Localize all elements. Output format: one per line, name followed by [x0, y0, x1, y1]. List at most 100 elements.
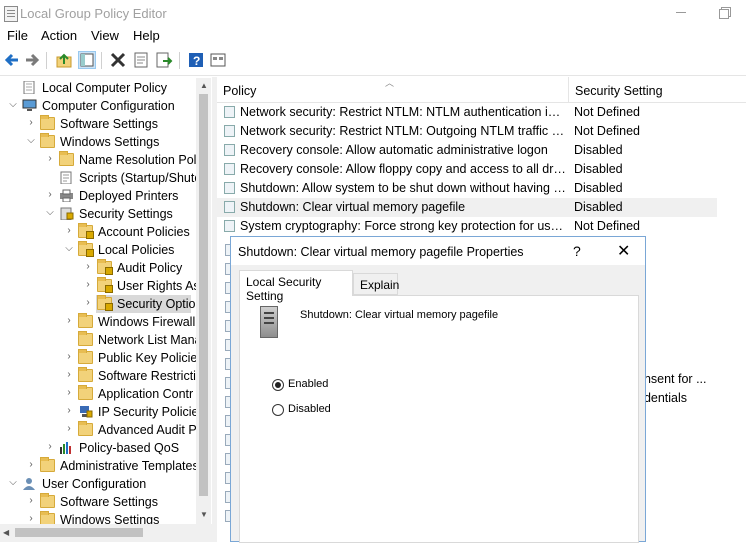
minimize-button[interactable] [673, 4, 689, 20]
policy-name: Recovery console: Allow automatic admini… [240, 143, 548, 157]
folder-icon [40, 493, 55, 508]
folder-lock-icon [97, 295, 113, 311]
policy-name: Network security: Restrict NTLM: NTLM au… [240, 105, 566, 119]
folder-icon [78, 331, 93, 346]
policy-setting-icon [224, 106, 235, 118]
folder-lock-icon [78, 223, 94, 239]
enabled-radio-label[interactable]: Enabled [288, 378, 328, 390]
chevron-right-icon[interactable]: › [45, 154, 55, 164]
chevron-right-icon[interactable]: › [64, 352, 74, 362]
view-icon[interactable] [209, 51, 227, 69]
disabled-radio-label[interactable]: Disabled [288, 403, 331, 415]
tree-item-label: Policy-based QoS [79, 441, 180, 455]
dialog-close-button[interactable]: ✕ [617, 241, 630, 261]
tree-item-label: User Configuration [42, 477, 147, 491]
up-folder-icon[interactable] [55, 51, 73, 69]
chevron-right-icon[interactable]: › [64, 424, 74, 434]
tree-item-label: Account Policies [98, 225, 190, 239]
policy-row[interactable]: Shutdown: Allow system to be shut down w… [217, 179, 717, 198]
enabled-radio[interactable] [272, 379, 284, 391]
chevron-down-icon[interactable]: ⌵ [64, 244, 74, 254]
column-header-security-setting[interactable]: Security Setting [569, 77, 746, 103]
policy-row[interactable]: System cryptography: Force strong key pr… [217, 217, 717, 236]
policy-properties-dialog: Shutdown: Clear virtual memory pagefile … [230, 236, 646, 543]
tree-item-label: Application Contr [98, 387, 194, 401]
policy-row[interactable]: Network security: Restrict NTLM: NTLM au… [217, 103, 717, 122]
tree-item-label: Local Policies [98, 243, 175, 257]
properties-icon[interactable] [132, 51, 150, 69]
menu-view[interactable]: View [91, 28, 119, 43]
chevron-right-icon[interactable]: › [83, 262, 93, 272]
tree-item-label: Network List Mana [98, 333, 202, 347]
policy-name: Network security: Restrict NTLM: Outgoin… [240, 124, 566, 138]
chevron-right-icon[interactable]: › [26, 460, 36, 470]
chevron-right-icon[interactable]: › [64, 370, 74, 380]
group-policy-app-icon [4, 6, 18, 22]
tab-label: Local Security Setting [246, 275, 322, 303]
tree-item-label: Deployed Printers [79, 189, 179, 203]
chevron-down-icon[interactable]: ⌵ [8, 100, 18, 110]
scroll-down-arrow-icon[interactable]: ▼ [200, 510, 208, 519]
menu-help[interactable]: Help [133, 28, 160, 43]
tree-vertical-scroll-thumb[interactable] [199, 94, 208, 496]
chevron-down-icon[interactable]: ⌵ [45, 208, 55, 218]
policy-name: System cryptography: Force strong key pr… [240, 219, 566, 233]
tab-local-security-setting[interactable]: Local Security Setting [239, 270, 353, 303]
dialog-title: Shutdown: Clear virtual memory pagefile … [238, 245, 524, 259]
folder-icon [40, 133, 55, 148]
export-list-icon[interactable] [155, 51, 173, 69]
policy-row[interactable]: Recovery console: Allow automatic admini… [217, 141, 717, 160]
policy-doc-icon [22, 80, 37, 95]
policy-row[interactable]: Recovery console: Allow floppy copy and … [217, 160, 717, 179]
tree-item-label: Security Optio [117, 297, 196, 311]
delete-icon[interactable] [109, 51, 127, 69]
toolbar-separator [46, 52, 47, 69]
chevron-right-icon[interactable]: › [83, 280, 93, 290]
chevron-right-icon[interactable]: › [64, 226, 74, 236]
help-icon[interactable]: ? [187, 51, 205, 69]
tab-explain[interactable]: Explain [353, 273, 400, 295]
security-setting-value: Not Defined [574, 105, 641, 119]
chevron-right-icon[interactable]: › [83, 298, 93, 308]
security-setting-value: Disabled [574, 200, 623, 214]
title-bar: Local Group Policy Editor [0, 0, 746, 26]
qos-chart-icon [59, 441, 74, 454]
forward-arrow-icon[interactable] [23, 51, 41, 69]
policy-row[interactable]: Shutdown: Clear virtual memory pagefile D… [217, 198, 717, 217]
chevron-right-icon[interactable]: › [26, 118, 36, 128]
policy-setting-icon [224, 201, 235, 213]
dialog-title-bar: Shutdown: Clear virtual memory pagefile … [231, 237, 645, 265]
restore-button[interactable] [717, 4, 733, 20]
chevron-right-icon[interactable]: › [64, 388, 74, 398]
chevron-right-icon[interactable]: › [64, 406, 74, 416]
menu-action[interactable]: Action [41, 28, 77, 43]
disabled-radio[interactable] [272, 404, 284, 416]
scroll-up-arrow-icon[interactable]: ▲ [200, 81, 208, 90]
tree-horizontal-scroll-thumb[interactable] [15, 528, 143, 537]
menu-file[interactable]: File [7, 28, 28, 43]
show-hide-tree-icon[interactable] [78, 51, 96, 69]
chevron-down-icon[interactable]: ⌵ [8, 478, 18, 488]
folder-icon [59, 151, 74, 166]
policy-setting-icon [224, 220, 235, 232]
security-setting-value: Not Defined [574, 124, 641, 138]
tab-label: Explain [360, 278, 400, 292]
local-security-setting-panel: Shutdown: Clear virtual memory pagefile … [239, 295, 639, 543]
tree-item[interactable]: › Security Optio [86, 295, 196, 313]
column-header-policy[interactable]: Policy ︿ [217, 77, 569, 103]
dialog-help-button[interactable]: ? [573, 243, 581, 259]
chevron-right-icon[interactable]: › [45, 442, 55, 452]
chevron-right-icon[interactable]: › [45, 190, 55, 200]
back-arrow-icon[interactable] [3, 51, 21, 69]
chevron-right-icon[interactable]: › [26, 514, 36, 524]
chevron-right-icon[interactable]: › [64, 316, 74, 326]
tree-item-label: Public Key Policies [98, 351, 204, 365]
column-header-policy-label: Policy [223, 84, 257, 98]
ip-security-icon [78, 405, 93, 418]
folder-icon [78, 367, 93, 382]
policy-row[interactable]: Network security: Restrict NTLM: Outgoin… [217, 122, 717, 141]
chevron-right-icon[interactable]: › [26, 496, 36, 506]
tree-item-label: Computer Configuration [42, 99, 175, 113]
chevron-down-icon[interactable]: ⌵ [26, 136, 36, 146]
scroll-left-arrow-icon[interactable]: ◀ [3, 528, 9, 537]
